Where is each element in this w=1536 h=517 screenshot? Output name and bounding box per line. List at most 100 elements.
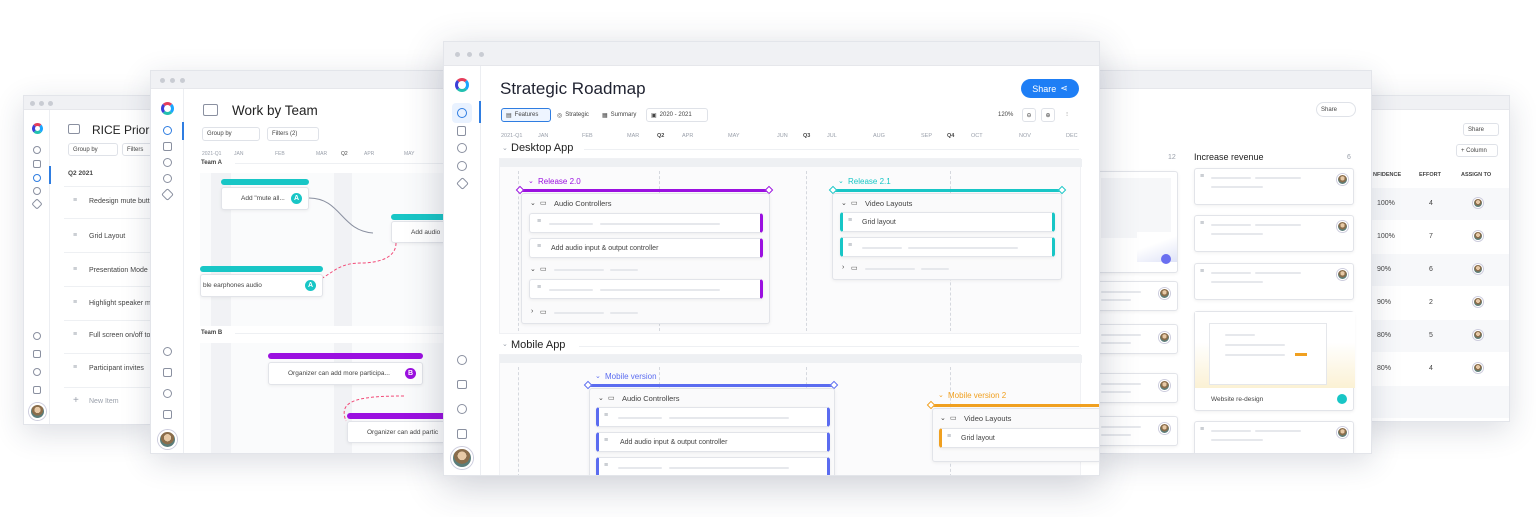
compass-icon[interactable] [163,174,172,183]
list-item[interactable]: ≡ Presentation Mode [64,261,152,281]
share-button[interactable]: Share ⋖ [1021,79,1079,98]
table-row[interactable]: 80% 4 [1361,353,1509,385]
task-bar[interactable] [200,266,323,272]
search-icon[interactable] [457,355,467,365]
target-icon[interactable] [33,174,41,182]
assignee-avatar[interactable] [1473,198,1483,208]
task-card[interactable]: Add "mute all... A [221,187,309,210]
assignee-avatar[interactable] [1473,297,1483,307]
board-card[interactable]: ≡ [1194,215,1354,252]
assignee-avatar[interactable] [1159,288,1170,299]
task-bar[interactable] [268,353,423,359]
release-label[interactable]: Release 2.0 [538,177,581,186]
chat-icon[interactable] [33,350,41,358]
search-icon[interactable] [163,347,172,356]
task-bar[interactable] [391,214,449,220]
board-card[interactable] [1096,373,1178,403]
avatar[interactable] [29,403,46,420]
group-by-button[interactable]: Group by [202,127,260,141]
summary-button[interactable]: ▦ Summary [597,108,641,122]
feature-card[interactable]: ≡ [596,407,830,427]
task-card[interactable]: Add audio [391,221,449,243]
release-chevron-icon[interactable]: ⌄ [595,372,601,380]
release-bar[interactable] [834,189,1063,192]
task-bar[interactable] [347,413,449,419]
table-row[interactable]: 90% 6 [1361,254,1509,286]
date-range-button[interactable]: ▣ 2020 - 2021 [646,108,708,122]
feature-card[interactable]: ≡ [529,279,763,299]
release-bar[interactable] [521,189,770,192]
assignee-avatar[interactable] [1473,363,1483,373]
compass-icon[interactable] [457,161,467,171]
document-icon[interactable] [163,142,172,151]
feature-card[interactable]: ≡ Add audio input & output controller [596,432,830,452]
zoom-out-button[interactable]: ⊖ [1022,108,1036,122]
release-chevron-icon[interactable]: ⌄ [528,177,534,185]
avatar[interactable] [158,430,177,449]
help-icon[interactable] [163,410,172,419]
task-bar[interactable] [221,179,309,185]
share-button[interactable]: Share [1463,123,1499,136]
search-icon[interactable] [33,332,41,340]
assignee-avatar[interactable] [1337,174,1348,185]
assignee-avatar[interactable] [1337,221,1348,232]
list-item[interactable]: ≡ Redesign mute butt [64,192,152,212]
assignee-avatar[interactable] [1473,330,1483,340]
board-card[interactable]: ≡ [1194,421,1354,453]
list-item[interactable]: ≡ Full screen on/off to [64,326,152,346]
table-row[interactable]: 100% 4 [1361,188,1509,220]
share-button[interactable]: Share [1316,102,1356,117]
release-chevron-icon[interactable]: ⌄ [838,177,844,185]
chat-icon[interactable] [457,380,467,389]
chevron-down-icon[interactable]: ⌄ [502,340,508,348]
new-item-button[interactable]: + New Item [64,393,152,411]
chevron-right-icon[interactable]: › [531,308,533,315]
roadmap-icon[interactable] [457,108,467,118]
compass-icon[interactable] [33,187,41,195]
filters-button[interactable]: Filters (2) [267,127,319,141]
board-card[interactable] [1096,324,1178,354]
release-chevron-icon[interactable]: ⌄ [938,391,944,399]
task-card[interactable]: Organizer can add more participa... B [268,362,423,385]
release-label[interactable]: Mobile version [605,372,657,381]
board-card-website[interactable]: Website re-design [1194,311,1355,411]
release-label[interactable]: Release 2.1 [848,177,891,186]
feature-card[interactable]: ≡ [529,213,763,233]
document-icon[interactable] [33,160,41,168]
chevron-down-icon[interactable]: ⌄ [940,414,946,422]
settings-button[interactable]: ⫶ [1060,108,1074,122]
assignee-avatar[interactable] [1337,269,1348,280]
table-row[interactable]: 80% 5 [1361,320,1509,352]
people-icon[interactable] [163,389,172,398]
people-icon[interactable] [457,404,467,414]
release-bar[interactable] [589,384,835,387]
board-card[interactable]: ≡ [1194,168,1354,205]
list-item[interactable]: ≡ Grid Layout [64,227,152,247]
strategic-button[interactable]: ◎ Strategic [552,108,596,122]
chat-icon[interactable] [163,368,172,377]
star-icon[interactable] [456,177,469,190]
feature-card[interactable]: ≡ Grid layout [939,428,1099,448]
chevron-down-icon[interactable]: ⌄ [530,199,536,207]
feature-card[interactable]: ≡ [840,237,1055,257]
feature-card[interactable]: ≡ Grid layout [840,212,1055,232]
preview-card[interactable] [1096,171,1178,273]
help-icon[interactable] [457,429,467,439]
features-button[interactable]: ▤ Features [501,108,551,122]
chevron-right-icon[interactable]: › [842,264,844,271]
feature-card[interactable]: ≡ Add audio input & output controller [529,238,763,258]
zoom-in-button[interactable]: ⊕ [1041,108,1055,122]
group-by-button[interactable]: Group by [68,143,118,156]
board-card[interactable] [1096,281,1178,311]
filters-button[interactable]: Filters [122,143,152,156]
chevron-down-icon[interactable]: ⌄ [598,394,604,402]
table-row[interactable]: 90% 2 [1361,287,1509,319]
list-item[interactable]: ≡ Highlight speaker m [64,294,152,314]
document-icon[interactable] [457,126,466,136]
target-icon[interactable] [457,143,467,153]
chevron-down-icon[interactable]: ⌄ [502,144,508,152]
roadmap-icon[interactable] [33,146,41,154]
star-icon[interactable] [161,188,174,201]
target-icon[interactable] [163,158,172,167]
assignee-avatar[interactable] [1473,264,1483,274]
